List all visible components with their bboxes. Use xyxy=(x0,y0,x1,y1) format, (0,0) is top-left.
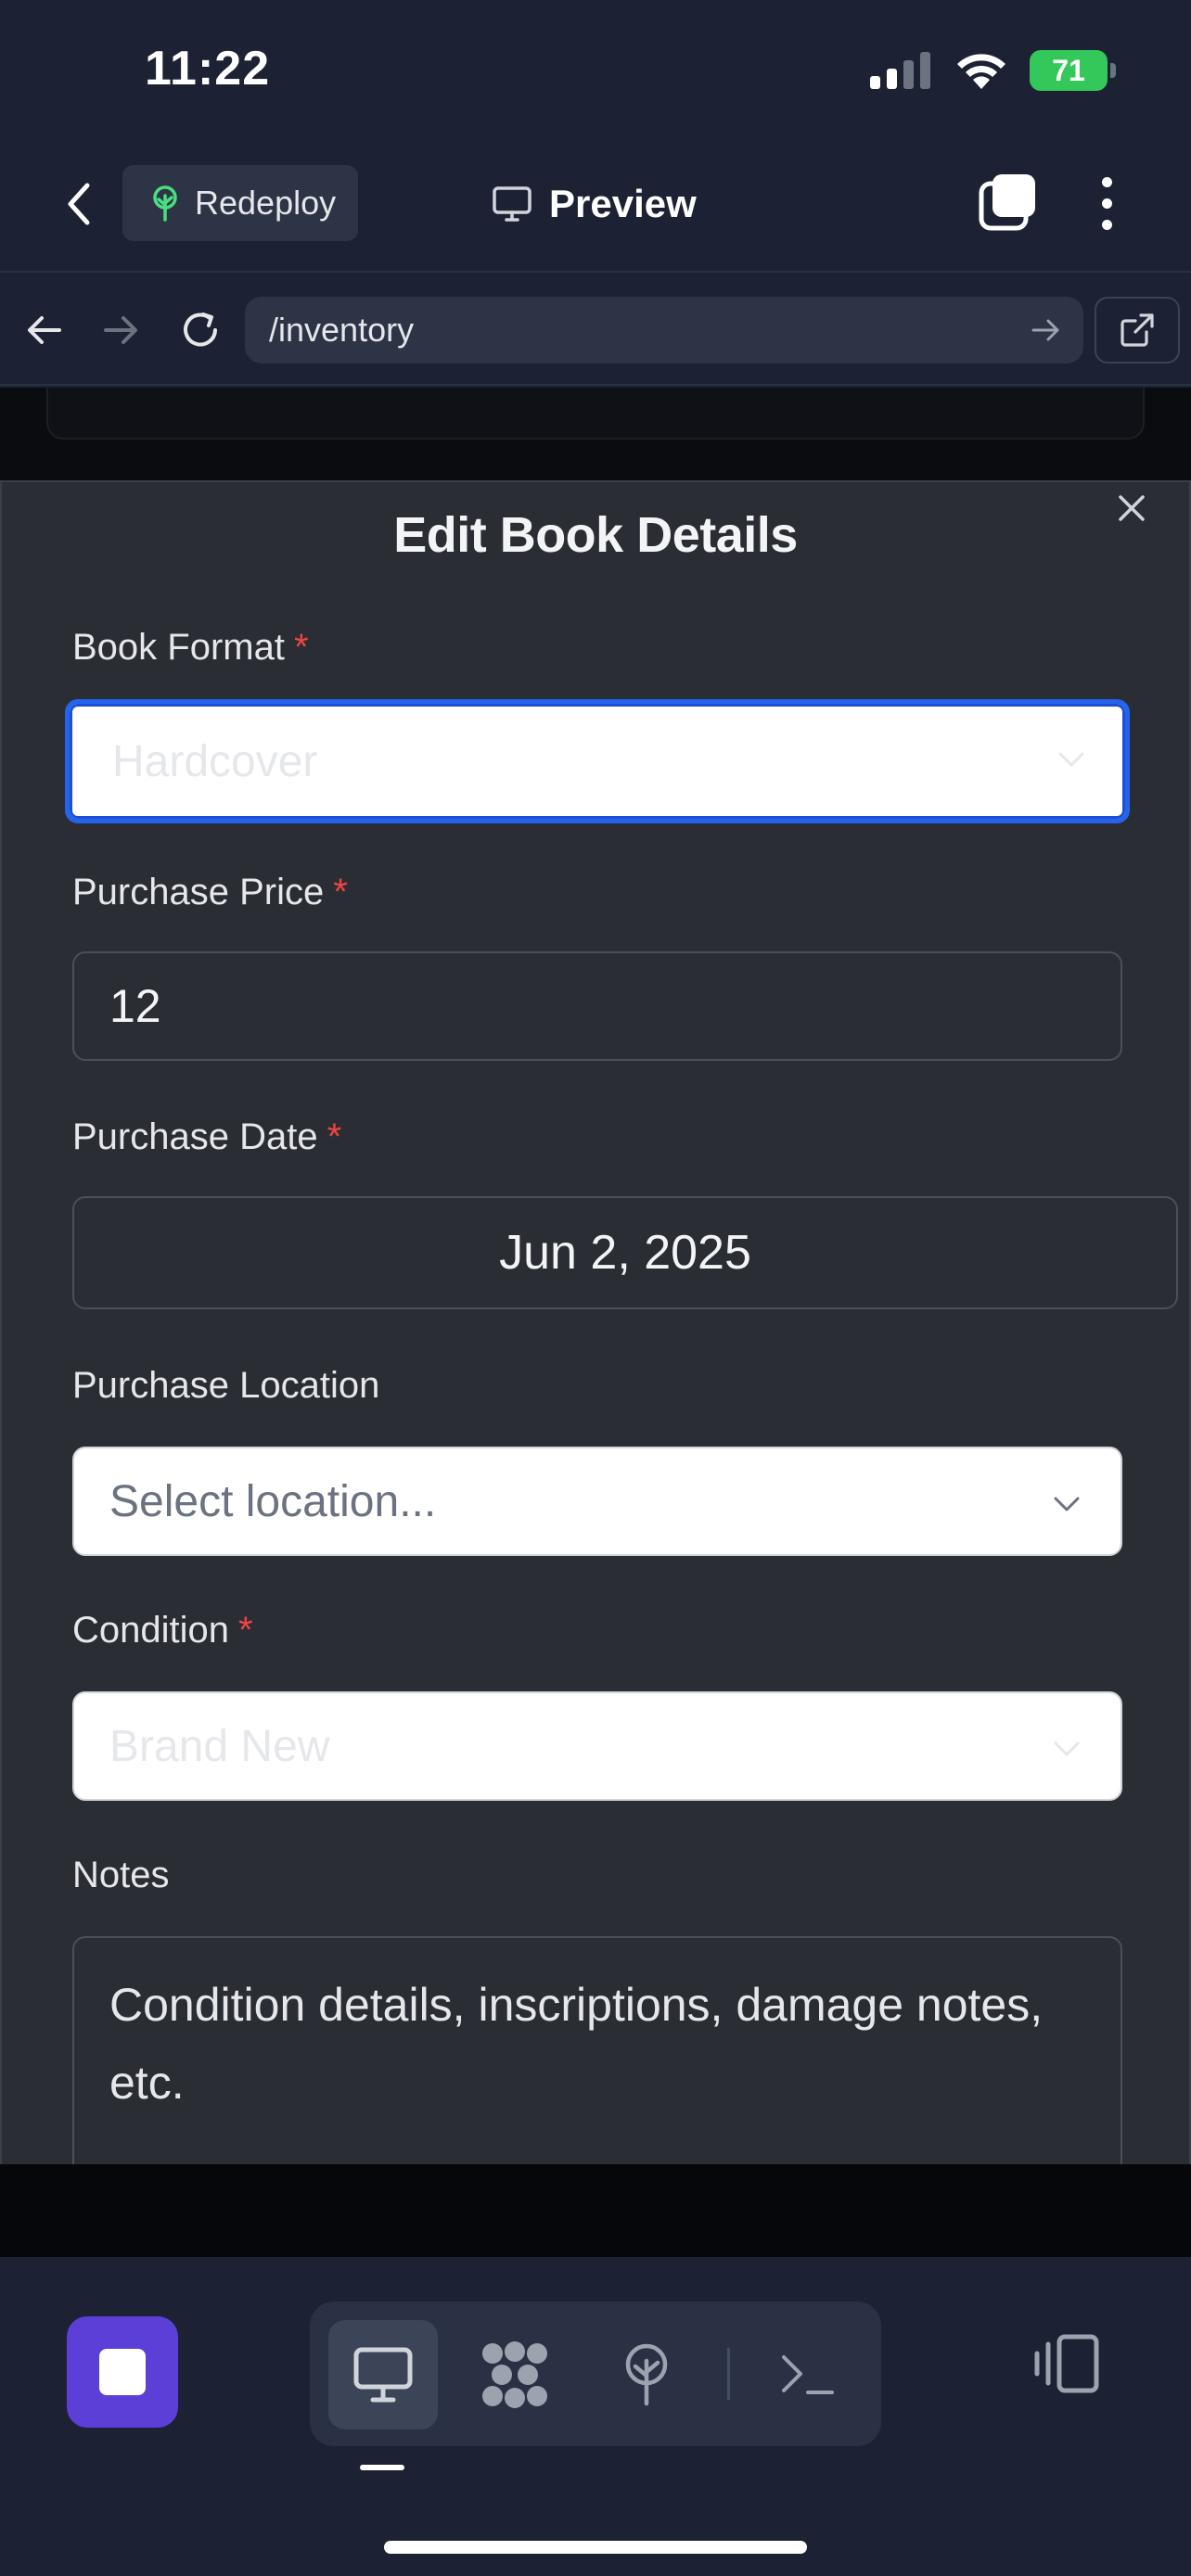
chevron-down-icon xyxy=(1058,752,1084,767)
browser-bar: /inventory xyxy=(0,274,1191,386)
arrow-right-icon xyxy=(104,316,137,344)
purchase-date-input[interactable]: Jun 2, 2025 xyxy=(72,1196,1178,1309)
stop-icon xyxy=(99,2349,146,2395)
chevron-left-icon xyxy=(68,183,90,225)
notes-label-text: Notes xyxy=(72,1855,170,1895)
book-format-label: Book Format * xyxy=(72,627,309,669)
condition-select[interactable]: Brand New xyxy=(72,1691,1122,1801)
required-marker: * xyxy=(293,627,309,668)
background-card xyxy=(46,388,1145,440)
terminal-icon xyxy=(782,2355,834,2394)
preview-tab[interactable]: Preview xyxy=(492,174,697,234)
tree-icon xyxy=(153,185,177,222)
deploy-view-button[interactable] xyxy=(592,2320,701,2429)
url-text: /inventory xyxy=(269,311,415,349)
device-toggle-icon xyxy=(1034,2334,1099,2393)
redeploy-label: Redeploy xyxy=(195,184,337,222)
app-header: Redeploy Preview xyxy=(0,139,1191,273)
book-format-value: Hardcover xyxy=(112,736,318,786)
purchase-location-placeholder: Select location... xyxy=(109,1476,437,1526)
edit-book-modal: Edit Book Details Book Format * Hardcover… xyxy=(0,480,1191,2164)
purchase-date-label-text: Purchase Date xyxy=(72,1116,318,1157)
purchase-date-value: Jun 2, 2025 xyxy=(499,1226,751,1280)
tree-icon xyxy=(625,2343,668,2406)
battery-icon: 71 xyxy=(1030,50,1116,91)
terminal-view-button[interactable] xyxy=(753,2320,863,2429)
divider xyxy=(727,2348,730,2400)
status-time: 11:22 xyxy=(145,42,271,96)
notes-placeholder: Condition details, inscriptions, damage … xyxy=(109,1979,1044,2109)
refresh-icon xyxy=(184,312,217,347)
browser-forward-button[interactable] xyxy=(93,302,148,358)
purchase-price-label-text: Purchase Price xyxy=(72,872,325,912)
preview-label: Preview xyxy=(549,182,697,225)
workspace-view-button[interactable] xyxy=(460,2320,570,2429)
monitor-icon xyxy=(493,186,531,222)
workspace-icon xyxy=(482,2341,547,2408)
stop-button[interactable] xyxy=(67,2316,178,2428)
purchase-price-value: 12 xyxy=(109,980,161,1032)
notes-label: Notes xyxy=(72,1855,170,1896)
home-indicator xyxy=(384,2541,807,2554)
redeploy-button[interactable]: Redeploy xyxy=(122,165,358,241)
purchase-location-label-text: Purchase Location xyxy=(72,1365,380,1406)
more-options-button[interactable] xyxy=(1083,171,1130,236)
notes-textarea[interactable]: Condition details, inscriptions, damage … xyxy=(72,1936,1122,2164)
condition-label-text: Condition xyxy=(72,1610,230,1651)
purchase-location-select[interactable]: Select location... xyxy=(72,1447,1122,1556)
tabs-icon xyxy=(979,174,1035,231)
preview-view-button[interactable] xyxy=(328,2320,438,2429)
refresh-button[interactable] xyxy=(173,302,228,358)
book-format-select[interactable]: Hardcover xyxy=(65,699,1130,823)
back-button[interactable] xyxy=(52,176,108,232)
more-dot xyxy=(1101,198,1112,209)
battery-level: 71 xyxy=(1052,53,1085,87)
status-icons: 71 xyxy=(870,48,1116,93)
required-marker: * xyxy=(327,1116,342,1157)
device-toggle-button[interactable] xyxy=(1030,2331,1104,2415)
required-marker: * xyxy=(238,1610,253,1651)
open-external-button[interactable] xyxy=(1095,297,1180,363)
arrow-right-icon[interactable] xyxy=(1028,312,1065,349)
book-format-label-text: Book Format xyxy=(72,627,285,668)
view-switcher xyxy=(310,2302,881,2446)
arrow-left-icon xyxy=(28,316,61,344)
purchase-price-label: Purchase Price * xyxy=(72,872,348,913)
wifi-icon xyxy=(957,54,1005,89)
monitor-icon xyxy=(353,2347,413,2403)
required-marker: * xyxy=(333,872,348,912)
more-dot xyxy=(1101,219,1112,230)
browser-back-button[interactable] xyxy=(17,302,72,358)
external-link-icon xyxy=(1121,313,1154,347)
status-bar: 11:22 71 xyxy=(0,0,1191,139)
active-view-indicator xyxy=(360,2465,404,2470)
purchase-price-input[interactable]: 12 xyxy=(72,951,1122,1061)
purchase-date-label: Purchase Date * xyxy=(72,1116,341,1158)
bottom-gap xyxy=(0,2164,1191,2257)
chevron-down-icon xyxy=(1054,1741,1080,1756)
tabs-button[interactable] xyxy=(976,171,1041,236)
modal-title: Edit Book Details xyxy=(393,507,798,563)
more-dot xyxy=(1101,176,1112,187)
url-bar[interactable]: /inventory xyxy=(245,297,1083,363)
purchase-location-label: Purchase Location xyxy=(72,1365,379,1407)
chevron-down-icon xyxy=(1054,1497,1080,1511)
condition-label: Condition * xyxy=(72,1610,253,1651)
condition-value: Brand New xyxy=(109,1721,330,1771)
cellular-signal-icon xyxy=(870,52,930,89)
bottom-toolbar xyxy=(0,2257,1191,2576)
